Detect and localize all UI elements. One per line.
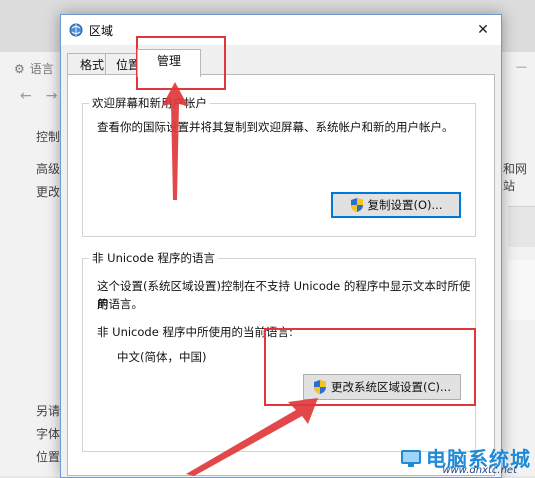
uac-shield-icon bbox=[350, 198, 363, 212]
dialog-titlebar[interactable]: 区域 ✕ bbox=[61, 15, 501, 45]
welcome-group-description: 查看你的国际设置并将其复制到欢迎屏幕、系统帐户和新的用户帐户。 bbox=[97, 120, 454, 134]
annotation-arrow-diagonal bbox=[186, 398, 318, 476]
back-arrow-icon[interactable]: ← bbox=[20, 88, 46, 104]
annotation-box-change-locale bbox=[264, 328, 476, 406]
welcome-screen-group: 欢迎屏幕和新用户帐户 查看你的国际设置并将其复制到欢迎屏幕、系统帐户和新的用户帐… bbox=[82, 95, 476, 237]
copy-settings-label: 复制设置(O)... bbox=[367, 198, 443, 212]
tab-administrative[interactable]: 管理 bbox=[137, 49, 201, 77]
close-button[interactable]: ✕ bbox=[465, 15, 501, 45]
welcome-group-legend: 欢迎屏幕和新用户帐户 bbox=[89, 95, 210, 111]
watermark-logo-icon bbox=[401, 449, 421, 467]
copy-settings-button[interactable]: 复制设置(O)... bbox=[331, 192, 461, 218]
close-icon[interactable]: ✕ bbox=[477, 22, 489, 38]
background-right-panel-2 bbox=[508, 260, 535, 320]
non-unicode-description-line2: 的语言。 bbox=[97, 297, 143, 311]
background-sidebar-item[interactable]: 字体 bbox=[36, 425, 60, 442]
dialog-title: 区域 bbox=[89, 24, 114, 38]
background-sidebar-item[interactable]: 更改 bbox=[36, 183, 60, 200]
watermark-url: www.dnxtc.net bbox=[442, 465, 517, 476]
non-unicode-group-legend: 非 Unicode 程序的语言 bbox=[89, 250, 218, 266]
background-window-title: ⚙ 语言 bbox=[14, 61, 54, 77]
current-language-value: 中文(简体，中国) bbox=[117, 350, 207, 364]
background-right-panel bbox=[508, 206, 535, 247]
globe-clock-icon bbox=[69, 23, 83, 37]
background-sidebar-item: 另请 bbox=[36, 404, 61, 418]
background-sidebar-item[interactable]: 位置 bbox=[36, 448, 60, 465]
language-icon: ⚙ bbox=[14, 61, 25, 76]
background-right-text: 和网站 bbox=[503, 162, 528, 193]
background-minimize-icon[interactable]: — bbox=[508, 60, 535, 76]
non-unicode-description-line1: 这个设置(系统区域设置)控制在不支持 Unicode 的程序中显示文本时所使用 bbox=[97, 279, 471, 311]
annotation-arrow-up bbox=[162, 82, 188, 200]
